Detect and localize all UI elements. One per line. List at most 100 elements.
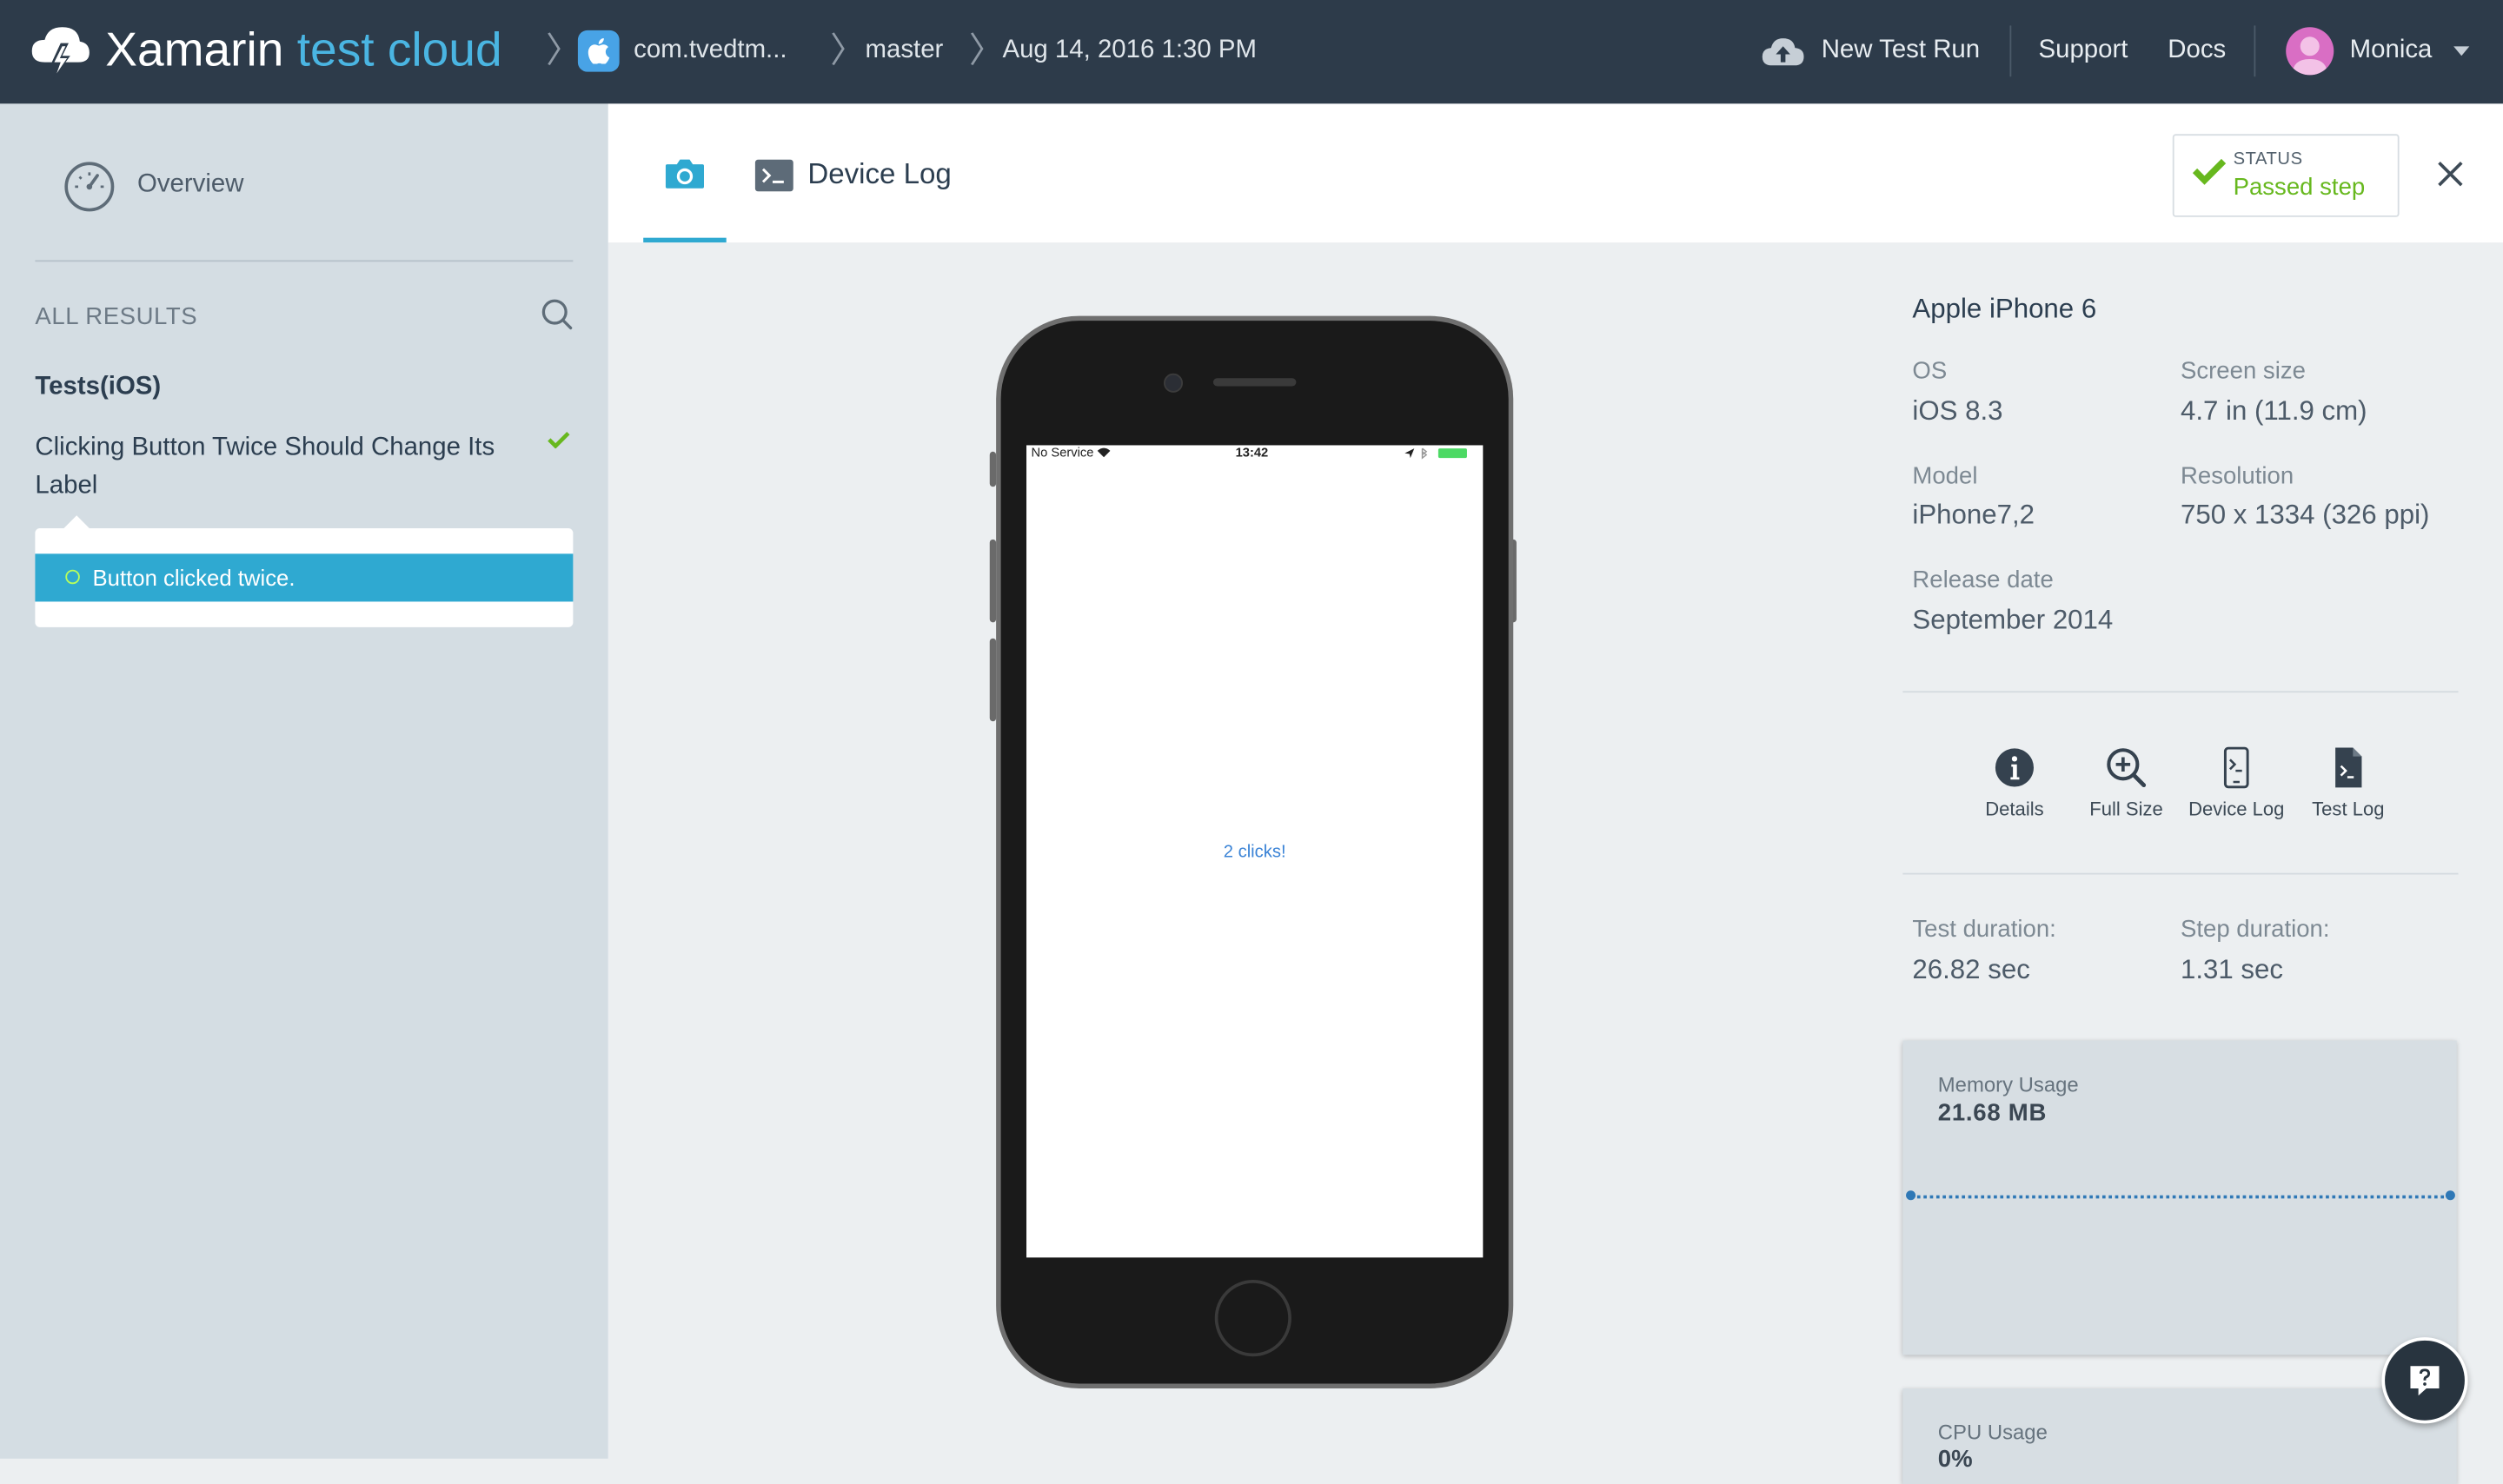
memory-usage-line: [1909, 1195, 2451, 1199]
info-icon: [1995, 748, 2034, 787]
model-value: iPhone7,2: [1912, 499, 2035, 530]
test-log-icon: [2335, 747, 2362, 788]
top-bar: Xamarin test cloud 〉 com.tvedtm... 〉 mas…: [0, 0, 2503, 104]
phone-volume-up: [989, 539, 997, 623]
device-screenshot[interactable]: No Service 13:42 2 clicks!: [1026, 445, 1484, 1258]
breadcrumb-separator: 〉: [830, 30, 866, 70]
test-group-label: Tests(iOS): [35, 373, 162, 401]
memory-usage-label: Memory Usage: [1937, 1072, 2079, 1096]
overview-link[interactable]: Overview: [137, 171, 243, 200]
app-platform-badge: [577, 30, 620, 72]
test-duration-value: 26.82 sec: [1912, 954, 2030, 985]
nav-divider: [2009, 25, 2012, 77]
memory-usage-card: Memory Usage 21.68 MB: [1902, 1040, 2457, 1355]
model-label: Model: [1912, 462, 1978, 490]
sidebar-divider: [35, 260, 574, 262]
screen-size-label: Screen size: [2180, 357, 2306, 385]
new-test-run-link[interactable]: New Test Run: [1822, 35, 1980, 67]
test-item-label[interactable]: Clicking Button Twice Should Change Its …: [35, 429, 521, 506]
brand-title[interactable]: Xamarin test cloud: [105, 21, 501, 82]
details-label: Details: [1985, 798, 2044, 821]
device-name: Apple iPhone 6: [1912, 293, 2097, 324]
memory-usage-value: 21.68 MB: [1937, 1099, 2048, 1127]
resolution-label: Resolution: [2180, 462, 2294, 490]
location-bluetooth-icon: [1404, 447, 1428, 460]
caret-down-icon[interactable]: [2453, 46, 2470, 57]
breadcrumb-separator: 〉: [546, 30, 581, 70]
sidebar: Overview ALL RESULTS Tests(iOS) Clicking…: [0, 103, 608, 1459]
resolution-value: 750 x 1334 (326 ppi): [2180, 499, 2430, 530]
nav-divider: [2254, 25, 2256, 77]
release-date-value: September 2014: [1912, 605, 2114, 636]
cpu-usage-value: 0%: [1937, 1446, 1973, 1474]
help-chat-icon: [2410, 1366, 2440, 1396]
device-log-button[interactable]: Device Log: [2181, 746, 2293, 821]
avatar-person-icon: [2292, 36, 2327, 76]
speedometer-icon[interactable]: [63, 162, 115, 213]
brand-word-xamarin: Xamarin: [105, 23, 284, 77]
full-size-label: Full Size: [2089, 798, 2163, 821]
wifi-icon: [1098, 448, 1112, 458]
device-log-icon: [2223, 746, 2249, 789]
app-click-count-label: 2 clicks!: [1223, 842, 1286, 862]
main-header: Device Log STATUS Passed step: [607, 103, 2503, 243]
user-name[interactable]: Monica: [2350, 35, 2433, 67]
step-duration-value: 1.31 sec: [2180, 954, 2284, 985]
tab-screenshot[interactable]: [643, 103, 727, 243]
apple-icon: [588, 38, 610, 64]
zoom-in-icon: [2107, 748, 2147, 788]
user-avatar[interactable]: [2286, 27, 2334, 76]
search-icon[interactable]: [541, 298, 574, 330]
step-pointer: [63, 515, 90, 528]
phone-mute-switch: [989, 451, 997, 487]
check-icon: [2192, 158, 2227, 185]
docs-link[interactable]: Docs: [2168, 35, 2226, 67]
close-icon[interactable]: [2433, 156, 2467, 191]
tab-device-log-label: Device Log: [807, 157, 952, 190]
release-date-label: Release date: [1912, 566, 2054, 594]
details-divider: [1902, 691, 2459, 693]
breadcrumb-separator: 〉: [968, 30, 1005, 70]
device-log-label: Device Log: [2188, 798, 2285, 821]
test-duration-label: Test duration:: [1912, 916, 2056, 944]
step-status-dot: [65, 569, 80, 585]
all-results-heading: ALL RESULTS: [35, 302, 198, 331]
details-button[interactable]: Details: [1959, 747, 2071, 820]
phone-volume-down: [989, 638, 997, 722]
screen-size-value: 4.7 in (11.9 cm): [2180, 395, 2367, 427]
brand-word-test-cloud: test cloud: [296, 23, 502, 77]
support-link[interactable]: Support: [2039, 35, 2128, 67]
phone-speaker: [1212, 378, 1297, 387]
breadcrumb-date[interactable]: Aug 14, 2016 1:30 PM: [1002, 35, 1256, 67]
status-badge: STATUS Passed step: [2172, 134, 2400, 217]
test-log-label: Test Log: [2312, 798, 2385, 821]
full-size-button[interactable]: Full Size: [2070, 747, 2182, 820]
breadcrumb-app[interactable]: com.tvedtm...: [634, 35, 787, 67]
test-log-button[interactable]: Test Log: [2293, 747, 2405, 820]
camera-icon: [665, 159, 704, 189]
help-chat-button[interactable]: [2381, 1337, 2468, 1424]
phone-front-camera: [1163, 373, 1184, 393]
phone-home-button: [1214, 1280, 1291, 1357]
memory-usage-point-start: [1906, 1190, 1916, 1201]
step-duration-label: Step duration:: [2180, 916, 2330, 944]
status-label: STATUS: [2233, 149, 2303, 169]
xamarin-logo-icon[interactable]: [29, 21, 92, 84]
cloud-upload-icon[interactable]: [1761, 35, 1805, 67]
step-item-selected[interactable]: Button clicked twice.: [35, 553, 574, 602]
terminal-icon: [754, 159, 793, 192]
step-item-label: Button clicked twice.: [92, 565, 295, 591]
status-value: Passed step: [2233, 174, 2366, 202]
os-value: iOS 8.3: [1912, 395, 2003, 427]
actions-divider: [1902, 872, 2459, 875]
carrier-text: No Service: [1031, 445, 1094, 460]
cpu-usage-card: CPU Usage 0%: [1902, 1388, 2457, 1484]
battery-icon: [1437, 448, 1467, 459]
status-bar-carrier: No Service: [1032, 445, 1112, 460]
check-icon: [548, 432, 570, 449]
breadcrumb-branch[interactable]: master: [866, 35, 944, 67]
memory-usage-point-end: [2445, 1190, 2455, 1201]
os-label: OS: [1912, 357, 1948, 385]
cpu-usage-label: CPU Usage: [1937, 1420, 2048, 1445]
status-bar-time: 13:42: [1235, 445, 1269, 460]
